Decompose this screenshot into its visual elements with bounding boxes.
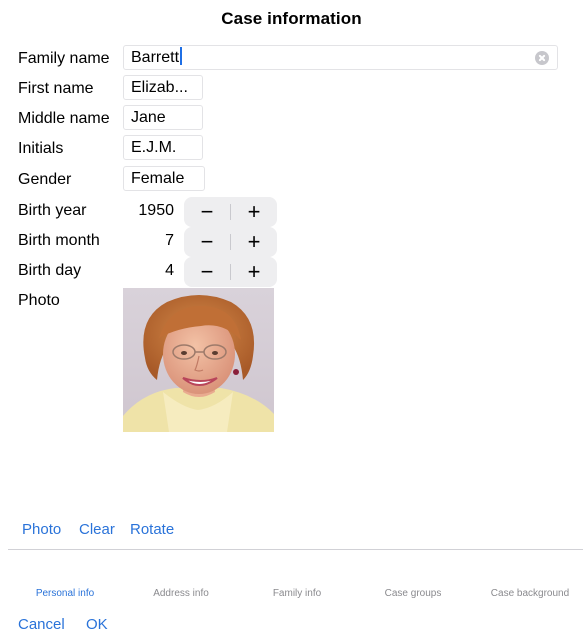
birth-day-decrement-button[interactable]: − <box>184 257 230 287</box>
gender-value: Female <box>131 170 185 187</box>
first-name-field[interactable]: Elizab... <box>123 75 203 100</box>
middle-name-value: Jane <box>131 109 166 126</box>
middle-name-field[interactable]: Jane <box>123 105 203 130</box>
tab-family-info[interactable]: Family info <box>253 588 341 600</box>
birth-month-decrement-button[interactable]: − <box>184 227 230 257</box>
initials-label: Initials <box>18 140 64 157</box>
birth-month-label: Birth month <box>18 232 100 249</box>
rotate-photo-button[interactable]: Rotate <box>130 521 174 539</box>
tab-case-groups[interactable]: Case groups <box>366 588 460 600</box>
page-title: Case information <box>221 9 362 28</box>
clear-circle-icon[interactable] <box>535 51 549 65</box>
birth-month-increment-button[interactable]: + <box>231 227 277 257</box>
ok-button[interactable]: OK <box>86 616 108 634</box>
first-name-value: Elizab... <box>131 79 188 96</box>
family-name-label: Family name <box>18 50 110 67</box>
family-name-value: Barrett <box>131 49 180 66</box>
initials-value: E.J.M. <box>131 139 177 156</box>
birth-day-stepper: − + <box>184 257 277 287</box>
photo-button[interactable]: Photo <box>22 521 61 539</box>
birth-day-increment-button[interactable]: + <box>231 257 277 287</box>
gender-field[interactable]: Female <box>123 166 205 191</box>
initials-field[interactable]: E.J.M. <box>123 135 203 160</box>
birth-year-label: Birth year <box>18 202 87 219</box>
birth-day-label: Birth day <box>18 262 82 279</box>
birth-day-value: 4 <box>165 262 174 279</box>
birth-year-value: 1950 <box>138 202 174 219</box>
gender-label: Gender <box>18 171 72 188</box>
case-photo <box>123 288 274 432</box>
first-name-label: First name <box>18 80 94 97</box>
cancel-button[interactable]: Cancel <box>18 616 65 634</box>
birth-year-increment-button[interactable]: + <box>231 197 277 227</box>
birth-year-stepper: − + <box>184 197 277 227</box>
tab-address-info[interactable]: Address info <box>135 588 227 600</box>
divider <box>8 549 583 550</box>
clear-photo-button[interactable]: Clear <box>79 521 115 539</box>
photo-label: Photo <box>18 292 60 309</box>
birth-year-decrement-button[interactable]: − <box>184 197 230 227</box>
tab-case-background[interactable]: Case background <box>480 588 580 600</box>
middle-name-label: Middle name <box>18 110 110 127</box>
birth-month-stepper: − + <box>184 227 277 257</box>
family-name-field[interactable]: Barrett <box>123 45 558 70</box>
birth-month-value: 7 <box>165 232 174 249</box>
tab-personal-info[interactable]: Personal info <box>20 588 110 600</box>
text-caret <box>180 47 183 65</box>
